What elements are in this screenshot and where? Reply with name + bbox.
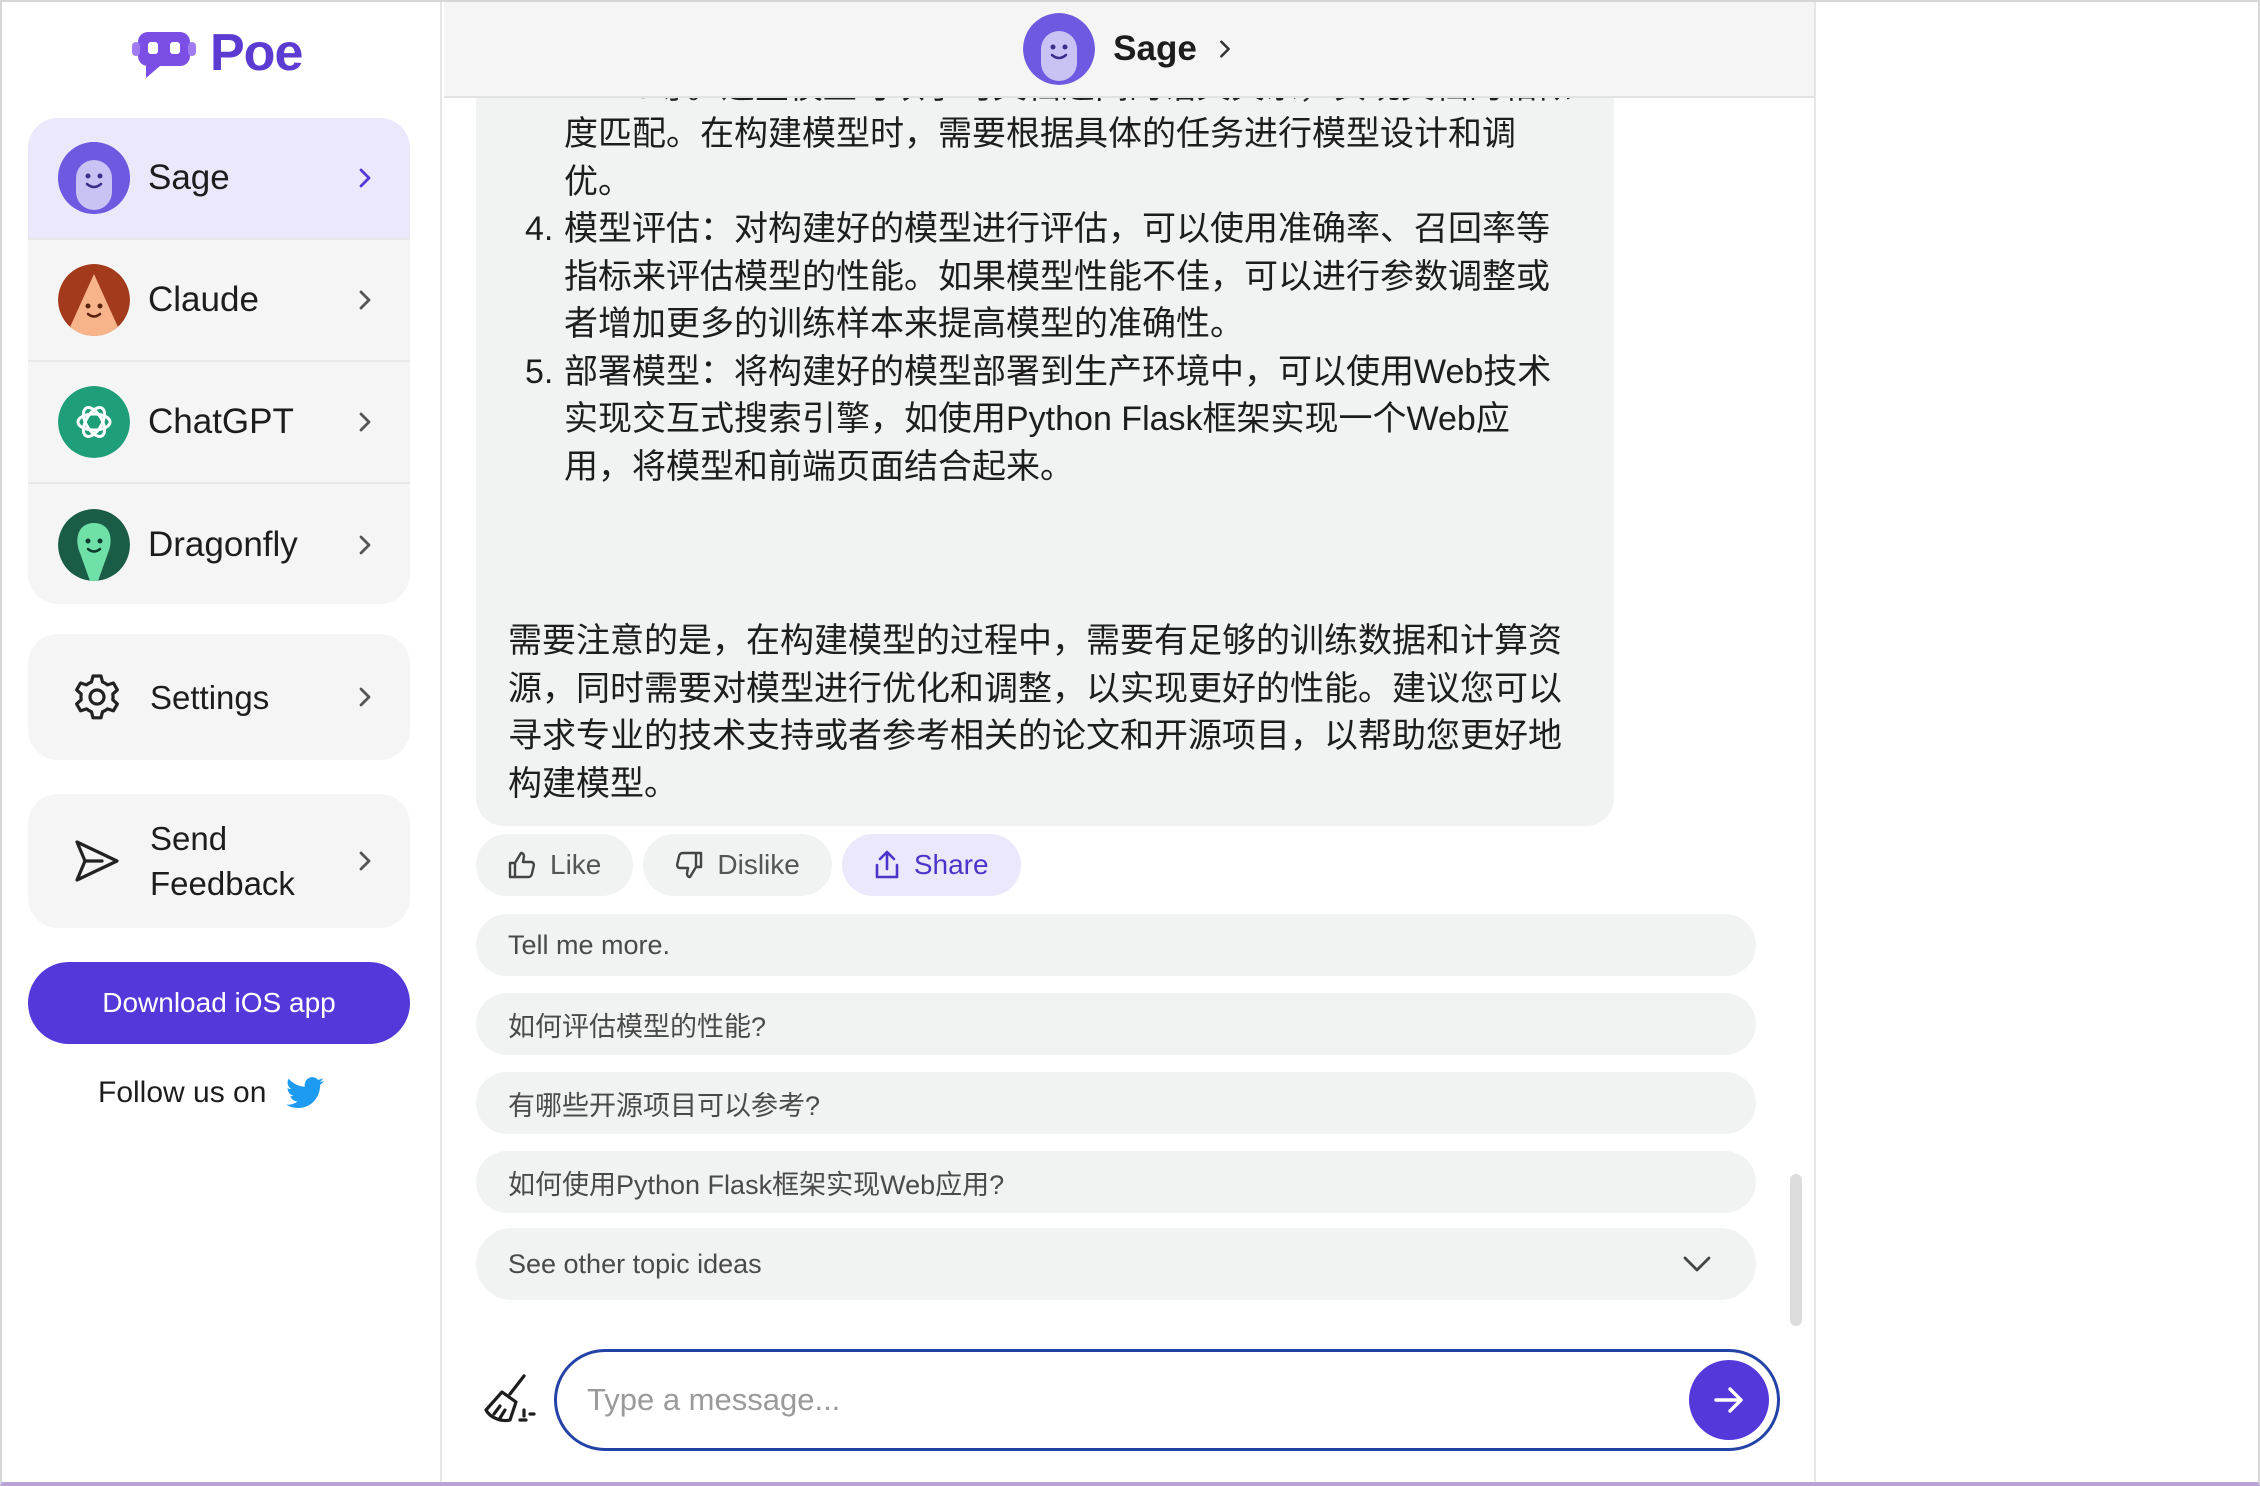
chat-panel: Sage 3. 构建模型：可以使用基于神经网络的自然语言处理模型，如BERT、E… xyxy=(444,2,1814,1482)
sidebar-item-label: Claude xyxy=(148,280,259,319)
twitter-icon[interactable] xyxy=(286,1077,325,1109)
follow-label: Follow us on xyxy=(98,1076,267,1109)
poe-logo[interactable]: Poe xyxy=(132,20,303,86)
send-icon xyxy=(75,840,119,882)
thumbs-up-icon xyxy=(508,851,536,879)
chevron-right-icon xyxy=(359,851,371,871)
sidebar-item-label: ChatGPT xyxy=(148,402,294,441)
chat-header[interactable]: Sage xyxy=(444,2,1814,98)
chevron-right-icon xyxy=(359,687,371,707)
chevron-down-icon xyxy=(1683,1256,1711,1272)
sidebar-item-claude[interactable]: Claude xyxy=(28,240,410,362)
list-item-text: 部署模型：将构建好的模型部署到生产环境中，可以使用Web技术实现交互式搜索引擎，… xyxy=(564,352,1552,486)
logo-text: Poe xyxy=(210,24,303,82)
sage-avatar-icon xyxy=(1023,13,1096,85)
feedback-label-line2: Feedback xyxy=(150,865,295,902)
message-composer xyxy=(480,1348,1780,1452)
arrow-right-icon xyxy=(1714,1387,1743,1413)
chevron-right-icon xyxy=(1219,40,1230,58)
bot-list: Sage Claude ChatGPT Dragonfly xyxy=(28,118,410,604)
message-input-wrapper xyxy=(554,1349,1780,1451)
share-label: Share xyxy=(913,849,989,880)
sidebar-item-dragonfly[interactable]: Dragonfly xyxy=(28,484,410,604)
claude-avatar-icon xyxy=(58,264,130,336)
share-button[interactable]: Share xyxy=(841,834,1021,896)
message-paragraph: 需要注意的是，在构建模型的过程中，需要有足够的训练数据和计算资源，同时需要对模型… xyxy=(508,622,1562,803)
chevron-right-icon xyxy=(359,168,371,188)
suggestion-button[interactable]: 有哪些开源项目可以参考? xyxy=(476,1072,1756,1134)
sidebar-item-label: Dragonfly xyxy=(148,525,298,564)
poe-logo-icon xyxy=(132,32,196,78)
see-other-topics-label: See other topic ideas xyxy=(508,1248,762,1279)
right-blank-area xyxy=(1814,2,2258,1482)
settings-button[interactable]: Settings xyxy=(28,634,410,760)
scrollbar[interactable] xyxy=(1790,1174,1802,1326)
bot-message: 3. 构建模型：可以使用基于神经网络的自然语言处理模型，如BERT、ELMo等。… xyxy=(476,42,1614,826)
sidebar: Poe Sage Claude ChatGPT Dragonfly Settin… xyxy=(2,2,442,1482)
message-actions: Like Dislike Share xyxy=(476,834,1021,896)
chevron-right-icon xyxy=(359,290,371,310)
send-button[interactable] xyxy=(1689,1360,1769,1440)
chevron-right-icon xyxy=(359,535,371,555)
list-item-text: 模型评估：对构建好的模型进行评估，可以使用准确率、召回率等指标来评估模型的性能。… xyxy=(564,210,1550,343)
download-ios-app-button[interactable]: Download iOS app xyxy=(28,962,410,1044)
suggestion-button[interactable]: 如何使用Python Flask框架实现Web应用? xyxy=(476,1151,1756,1213)
feedback-label: Send Feedback xyxy=(150,816,295,906)
sidebar-item-chatgpt[interactable]: ChatGPT xyxy=(28,362,410,484)
message-list: 3. 构建模型：可以使用基于神经网络的自然语言处理模型，如BERT、ELMo等。… xyxy=(525,42,1574,492)
suggestion-button[interactable]: Tell me more. xyxy=(476,914,1756,976)
sidebar-item-sage[interactable]: Sage xyxy=(28,118,410,240)
see-other-topics-button[interactable]: See other topic ideas xyxy=(476,1228,1756,1300)
app-window: Poe Sage Claude ChatGPT Dragonfly Settin… xyxy=(0,0,2260,1486)
chatgpt-avatar-icon xyxy=(58,386,130,458)
feedback-label-line1: Send xyxy=(150,820,228,857)
sage-avatar-icon xyxy=(58,142,130,214)
list-item-number: 5. xyxy=(525,352,554,391)
thumbs-down-icon xyxy=(676,851,703,879)
dislike-button[interactable]: Dislike xyxy=(643,834,832,896)
follow-us: Follow us on xyxy=(98,1076,325,1110)
chevron-right-icon xyxy=(359,412,371,432)
settings-label: Settings xyxy=(150,678,270,716)
gear-icon xyxy=(75,674,119,720)
chat-title: Sage xyxy=(1113,29,1197,68)
share-icon xyxy=(875,850,899,879)
like-label: Like xyxy=(550,849,602,880)
dislike-label: Dislike xyxy=(717,849,800,880)
list-item-number: 4. xyxy=(525,210,554,248)
dragonfly-avatar-icon xyxy=(58,509,130,581)
list-item: 4. 模型评估：对构建好的模型进行评估，可以使用准确率、召回率等指标来评估模型的… xyxy=(525,206,1574,349)
suggestion-button[interactable]: 如何评估模型的性能? xyxy=(476,993,1756,1055)
clear-context-broom-icon[interactable] xyxy=(480,1370,540,1430)
list-item: 5. 部署模型：将构建好的模型部署到生产环境中，可以使用Web技术实现交互式搜索… xyxy=(525,349,1574,492)
like-button[interactable]: Like xyxy=(476,834,634,896)
send-feedback-button[interactable]: Send Feedback xyxy=(28,794,410,928)
sidebar-item-label: Sage xyxy=(148,158,230,197)
message-input[interactable] xyxy=(587,1382,1627,1418)
